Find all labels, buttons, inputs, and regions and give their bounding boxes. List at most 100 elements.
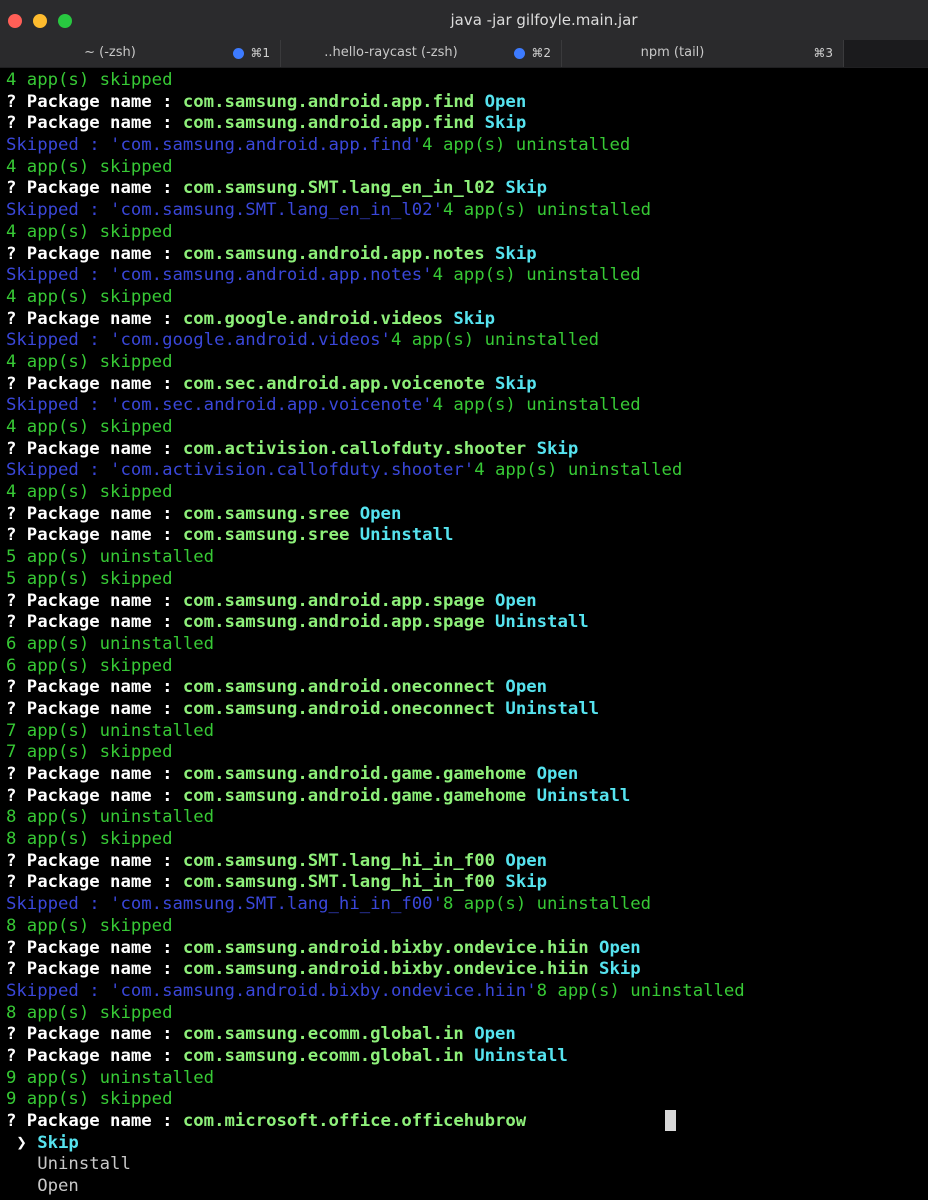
- tab-bar: ~ (-zsh) ⌘1 ..hello-raycast (-zsh) ⌘2 np…: [0, 40, 928, 68]
- prompt-answer: Uninstall: [536, 785, 631, 806]
- status-text: 8 app(s) uninstalled: [536, 980, 745, 1001]
- prompt-label: ? Package name :: [6, 959, 183, 980]
- terminal-line: ? Package name : com.samsung.SMT.lang_hi…: [6, 872, 928, 894]
- menu-option-selected[interactable]: ❯ Skip: [6, 1133, 928, 1155]
- status-text: 4 app(s) skipped: [6, 221, 173, 242]
- prompt-label: ? Package name :: [6, 937, 183, 958]
- menu-option-label: Uninstall: [6, 1154, 131, 1175]
- activity-dot-icon: [233, 48, 244, 59]
- tab-hello-raycast[interactable]: ..hello-raycast (-zsh) ⌘2: [281, 40, 562, 67]
- terminal-line: ? Package name : com.samsung.android.gam…: [6, 786, 928, 808]
- status-text: 4 app(s) skipped: [6, 417, 173, 437]
- tab-shortcut: ⌘3: [813, 46, 833, 60]
- prompt-answer: Open: [474, 1024, 516, 1045]
- menu-option[interactable]: Open: [6, 1176, 928, 1198]
- menu-option[interactable]: Uninstall: [6, 1154, 928, 1176]
- status-text: 8 app(s) uninstalled: [442, 894, 652, 915]
- status-text: 5 app(s) skipped: [6, 568, 173, 589]
- prompt-answer: Skip: [453, 308, 496, 329]
- package-name: com.samsung.SMT.lang_hi_in_f00: [182, 872, 496, 893]
- status-text: 9 app(s) skipped: [6, 1089, 173, 1110]
- prompt-label: ? Package name :: [6, 698, 183, 719]
- terminal-line: ? Package name : com.microsoft.office.of…: [6, 1111, 928, 1133]
- activity-dot-icon: [514, 48, 525, 59]
- prompt-answer: Open: [505, 850, 548, 871]
- prompt-answer: Skip: [495, 373, 537, 394]
- package-name: com.samsung.sree: [182, 525, 350, 546]
- prompt-label: ? Package name :: [6, 373, 183, 394]
- terminal-line: ? Package name : com.activision.callofdu…: [6, 439, 928, 461]
- package-name: com.activision.callofduty.shooter: [182, 438, 527, 459]
- skipped-text: Skipped : 'com.samsung.android.app.find': [6, 135, 423, 156]
- status-text: 7 app(s) skipped: [6, 742, 173, 763]
- status-text: 4 app(s) uninstalled: [432, 395, 641, 416]
- terminal-line: ? Package name : com.samsung.android.app…: [6, 92, 928, 114]
- package-name: com.sec.android.app.voicenote: [182, 373, 485, 394]
- terminal-line: 4 app(s) skipped: [6, 417, 928, 439]
- prompt-answer: Open: [359, 503, 402, 524]
- status-text: 6 app(s) uninstalled: [6, 633, 215, 654]
- status-text: 4 app(s) skipped: [6, 286, 173, 307]
- terminal-line: 5 app(s) uninstalled: [6, 547, 928, 569]
- prompt-answer: Open: [495, 590, 537, 611]
- terminal-output[interactable]: 4 app(s) skipped? Package name : com.sam…: [0, 70, 928, 1200]
- terminal-line: ? Package name : com.samsung.android.app…: [6, 612, 928, 634]
- terminal-line: ? Package name : com.google.android.vide…: [6, 309, 928, 331]
- selection-pointer-icon: ❯: [6, 1132, 38, 1153]
- prompt-answer: Skip: [505, 178, 548, 199]
- status-text: 4 app(s) skipped: [6, 482, 173, 503]
- prompt-label: ? Package name :: [6, 764, 183, 784]
- status-text: 4 app(s) skipped: [6, 156, 173, 177]
- terminal-line: Skipped : 'com.google.android.videos'4 a…: [6, 330, 928, 352]
- window-titlebar: java -jar gilfoyle.main.jar: [0, 0, 928, 40]
- terminal-line: 4 app(s) skipped: [6, 482, 928, 504]
- prompt-answer: Open: [505, 677, 548, 698]
- package-name: com.samsung.android.oneconnect: [182, 698, 496, 719]
- terminal-line: 8 app(s) skipped: [6, 916, 928, 938]
- package-name: com.samsung.android.app.find: [182, 113, 475, 134]
- package-name: com.samsung.android.game.gamehome: [182, 764, 527, 784]
- prompt-answer: Open: [484, 91, 527, 112]
- status-text: 8 app(s) skipped: [6, 829, 173, 850]
- text-cursor: [665, 1110, 676, 1131]
- terminal-line: Skipped : 'com.activision.callofduty.sho…: [6, 460, 928, 482]
- menu-option-label: Open: [6, 1176, 79, 1197]
- status-text: 4 app(s) skipped: [6, 351, 173, 372]
- tab-npm-tail[interactable]: npm (tail) ⌘3: [562, 40, 844, 67]
- prompt-label: ? Package name :: [6, 785, 183, 806]
- prompt-answer: Skip: [495, 243, 537, 264]
- tab-label: npm (tail): [640, 45, 705, 60]
- terminal-line: 9 app(s) skipped: [6, 1089, 928, 1111]
- tab-zsh[interactable]: ~ (-zsh) ⌘1: [0, 40, 281, 67]
- terminal-line: ? Package name : com.samsung.SMT.lang_en…: [6, 178, 928, 200]
- prompt-answer: Uninstall: [474, 1045, 568, 1066]
- terminal-line: Skipped : 'com.samsung.SMT.lang_en_in_l0…: [6, 200, 928, 222]
- terminal-line: 4 app(s) skipped: [6, 222, 928, 244]
- status-text: 8 app(s) skipped: [6, 915, 173, 936]
- prompt-label: ? Package name :: [6, 612, 183, 633]
- prompt-label: ? Package name :: [6, 525, 183, 546]
- prompt-answer: Skip: [536, 438, 579, 459]
- package-name: com.samsung.SMT.lang_hi_in_f00: [182, 850, 496, 871]
- terminal-line: Skipped : 'com.samsung.SMT.lang_hi_in_f0…: [6, 894, 928, 916]
- terminal-line: ? Package name : com.samsung.sree Uninst…: [6, 525, 928, 547]
- package-name: com.samsung.ecomm.global.in: [182, 1045, 464, 1066]
- skipped-text: Skipped : 'com.samsung.android.bixby.ond…: [6, 980, 537, 1001]
- terminal-line: ? Package name : com.samsung.android.app…: [6, 591, 928, 613]
- skipped-text: Skipped : 'com.samsung.SMT.lang_hi_in_f0…: [6, 894, 443, 915]
- package-name: com.samsung.android.game.gamehome: [182, 785, 527, 806]
- terminal-line: ? Package name : com.samsung.android.one…: [6, 677, 928, 699]
- prompt-label: ? Package name :: [6, 91, 183, 112]
- terminal-line: ? Package name : com.samsung.sree Open: [6, 504, 928, 526]
- prompt-label: ? Package name :: [6, 590, 183, 611]
- prompt-label: ? Package name :: [6, 113, 183, 134]
- terminal-line: 7 app(s) uninstalled: [6, 721, 928, 743]
- terminal-line: 7 app(s) skipped: [6, 742, 928, 764]
- tab-label: ..hello-raycast (-zsh): [324, 45, 458, 60]
- prompt-answer: Open: [536, 764, 579, 784]
- terminal-line: ? Package name : com.samsung.android.gam…: [6, 764, 928, 786]
- status-text: 8 app(s) uninstalled: [6, 807, 215, 828]
- prompt-label: ? Package name :: [6, 243, 183, 264]
- prompt-label: ? Package name :: [6, 1045, 183, 1066]
- skipped-text: Skipped : 'com.activision.callofduty.sho…: [6, 460, 475, 481]
